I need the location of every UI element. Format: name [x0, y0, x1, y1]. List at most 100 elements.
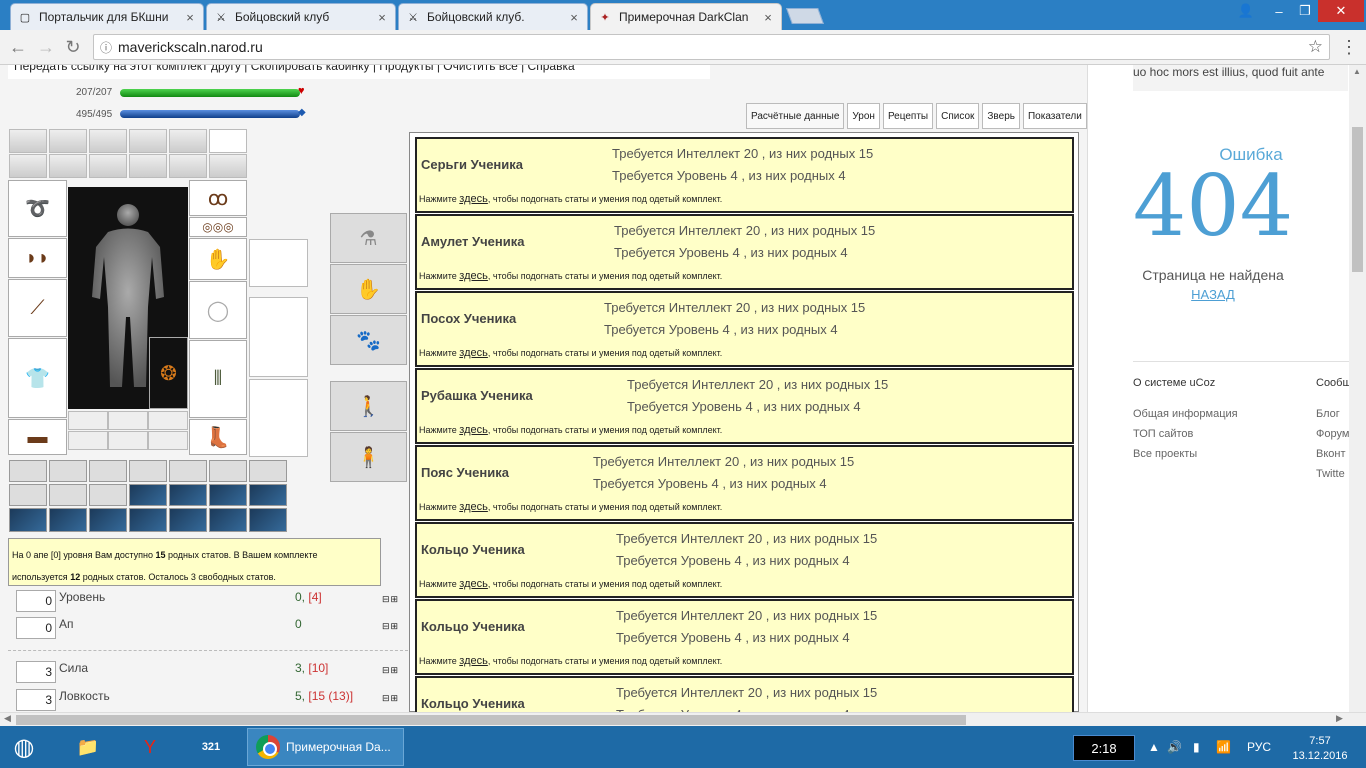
shield-slot[interactable]: ◯	[189, 281, 247, 339]
rune-slot[interactable]	[68, 431, 108, 450]
top-links[interactable]: Передать ссылку на этот комплект другу |…	[8, 65, 710, 79]
empty-slot[interactable]	[249, 239, 308, 287]
scrollbar-thumb[interactable]	[16, 715, 966, 725]
rune-cell[interactable]	[169, 508, 207, 532]
minus-plus-buttons[interactable]: ⊟⊞	[382, 693, 399, 704]
network-icon[interactable]: 📶	[1216, 740, 1231, 754]
tab-indicators[interactable]: Показатели	[1022, 103, 1087, 129]
rings-slot[interactable]: ◎◎◎	[189, 217, 247, 237]
rune-cell[interactable]	[209, 508, 247, 532]
tab-darkclan[interactable]: ✦ Примерочная DarkClan ×	[590, 3, 782, 30]
rune-cell[interactable]	[209, 460, 247, 482]
creature-slot[interactable]: 🐾	[330, 315, 407, 365]
scroll-left-icon[interactable]: ◀	[4, 713, 11, 724]
gloves-slot[interactable]: ✋	[189, 238, 247, 280]
vertical-scrollbar[interactable]: ▲	[1349, 65, 1366, 712]
minus-plus-buttons[interactable]: ⊟⊞	[382, 621, 399, 632]
menu-icon[interactable]: ⋮	[1340, 37, 1358, 58]
link-top-sites[interactable]: ТОП сайтов	[1133, 428, 1193, 440]
tab-fight-club-2[interactable]: ⚔ Бойцовский клуб. ×	[398, 3, 588, 30]
link-all-projects[interactable]: Все проекты	[1133, 448, 1197, 460]
start-button-icon[interactable]: ◍	[6, 730, 42, 764]
rune-cell[interactable]	[249, 508, 287, 532]
scrollbar-thumb[interactable]	[1352, 127, 1363, 272]
armor-shirt-slot[interactable]: 👕	[8, 338, 67, 418]
rune-slot[interactable]	[108, 431, 148, 450]
rune-slot[interactable]	[68, 411, 108, 430]
scroll-slot[interactable]	[49, 154, 87, 178]
close-icon[interactable]: ×	[567, 10, 581, 25]
rune-cell[interactable]	[89, 460, 127, 482]
close-window-button[interactable]: ✕	[1318, 0, 1364, 22]
potion-slot[interactable]: ⚗	[330, 213, 407, 263]
rune-slot[interactable]	[148, 411, 188, 430]
empty-slot[interactable]	[249, 297, 308, 377]
pants-slot[interactable]: ⫴	[189, 340, 247, 418]
stat-input[interactable]: 0	[16, 590, 56, 612]
close-icon[interactable]: ×	[183, 10, 197, 25]
info-icon[interactable]: ⓘ	[94, 39, 118, 56]
rune-cell[interactable]	[49, 484, 87, 506]
rune-cell[interactable]	[169, 484, 207, 506]
fit-stats-link[interactable]: здесь	[459, 424, 488, 436]
weapon-staff-slot[interactable]: ⟋	[8, 279, 67, 337]
battery-icon[interactable]: ▮	[1193, 740, 1200, 754]
scroll-slot[interactable]	[129, 154, 167, 178]
tab-portal[interactable]: ▢ Портальчик для БКшни ×	[10, 3, 204, 30]
tab-calculated[interactable]: Расчётные данные	[746, 103, 845, 129]
tab-damage[interactable]: Урон	[847, 103, 880, 129]
tab-recipes[interactable]: Рецепты	[882, 103, 934, 129]
reload-icon[interactable]: ↻	[63, 37, 83, 57]
fit-stats-link[interactable]: здесь	[459, 578, 488, 590]
link-forum[interactable]: Форум	[1316, 428, 1349, 440]
rune-cell[interactable]	[9, 484, 47, 506]
scroll-slot[interactable]	[9, 129, 47, 153]
clock[interactable]: 7:57 13.12.2016	[1285, 734, 1355, 764]
link-vk[interactable]: Вконт	[1316, 448, 1346, 460]
rune-cell[interactable]	[9, 508, 47, 532]
scroll-slot[interactable]	[89, 129, 127, 153]
rune-cell[interactable]	[89, 484, 127, 506]
pose-slot-2[interactable]: 🧍	[330, 432, 407, 482]
link-twitter[interactable]: Twitte	[1316, 468, 1345, 480]
link-blog[interactable]: Блог	[1316, 408, 1340, 420]
back-link[interactable]: НАЗАД	[1088, 287, 1338, 302]
scroll-slot[interactable]	[169, 129, 207, 153]
rune-cell[interactable]	[249, 484, 287, 506]
scroll-right-icon[interactable]: ▶	[1336, 713, 1343, 724]
close-icon[interactable]: ×	[375, 10, 389, 25]
language-indicator[interactable]: РУС	[1247, 740, 1271, 754]
forward-icon[interactable]: →	[36, 37, 56, 57]
tab-fight-club[interactable]: ⚔ Бойцовский клуб ×	[206, 3, 396, 30]
user-icon[interactable]: 👤	[1236, 0, 1256, 22]
rune-cell[interactable]	[89, 508, 127, 532]
yandex-icon[interactable]: Y	[132, 730, 168, 764]
scroll-slot[interactable]	[49, 129, 87, 153]
empty-slot[interactable]	[249, 379, 308, 457]
tab-list[interactable]: Список	[936, 103, 980, 129]
rune-cell[interactable]	[129, 484, 167, 506]
rune-cell[interactable]	[129, 460, 167, 482]
boots-slot[interactable]: 👢	[189, 419, 247, 455]
fit-stats-link[interactable]: здесь	[459, 501, 488, 513]
explorer-icon[interactable]: 📁	[70, 730, 106, 764]
close-icon[interactable]: ×	[761, 10, 775, 25]
rune-cell[interactable]	[9, 460, 47, 482]
scroll-up-icon[interactable]: ▲	[1353, 67, 1361, 76]
bracers-slot[interactable]: ◗◗	[8, 238, 67, 278]
empty-slot[interactable]	[209, 129, 247, 153]
media-player-icon[interactable]: 321	[193, 730, 229, 764]
taskbar-chrome-task[interactable]: Примерочная Da...	[247, 728, 404, 766]
helmet-slot[interactable]: ➰	[8, 180, 67, 237]
hands-slot[interactable]: ✋	[330, 264, 407, 314]
address-bar[interactable]: ⓘ maverickscaln.narod.ru ☆	[93, 34, 1330, 60]
stat-input[interactable]: 3	[16, 689, 56, 711]
volume-icon[interactable]: 🔊	[1167, 740, 1182, 754]
rune-slot[interactable]	[148, 431, 188, 450]
horizontal-scrollbar[interactable]: ◀ ▶	[0, 712, 1366, 726]
scroll-slot[interactable]	[9, 154, 47, 178]
fit-stats-link[interactable]: здесь	[459, 655, 488, 667]
earrings-slot[interactable]: ꝏ	[189, 180, 247, 216]
minimize-button[interactable]: –	[1266, 0, 1292, 22]
maximize-button[interactable]: ❐	[1292, 0, 1318, 22]
